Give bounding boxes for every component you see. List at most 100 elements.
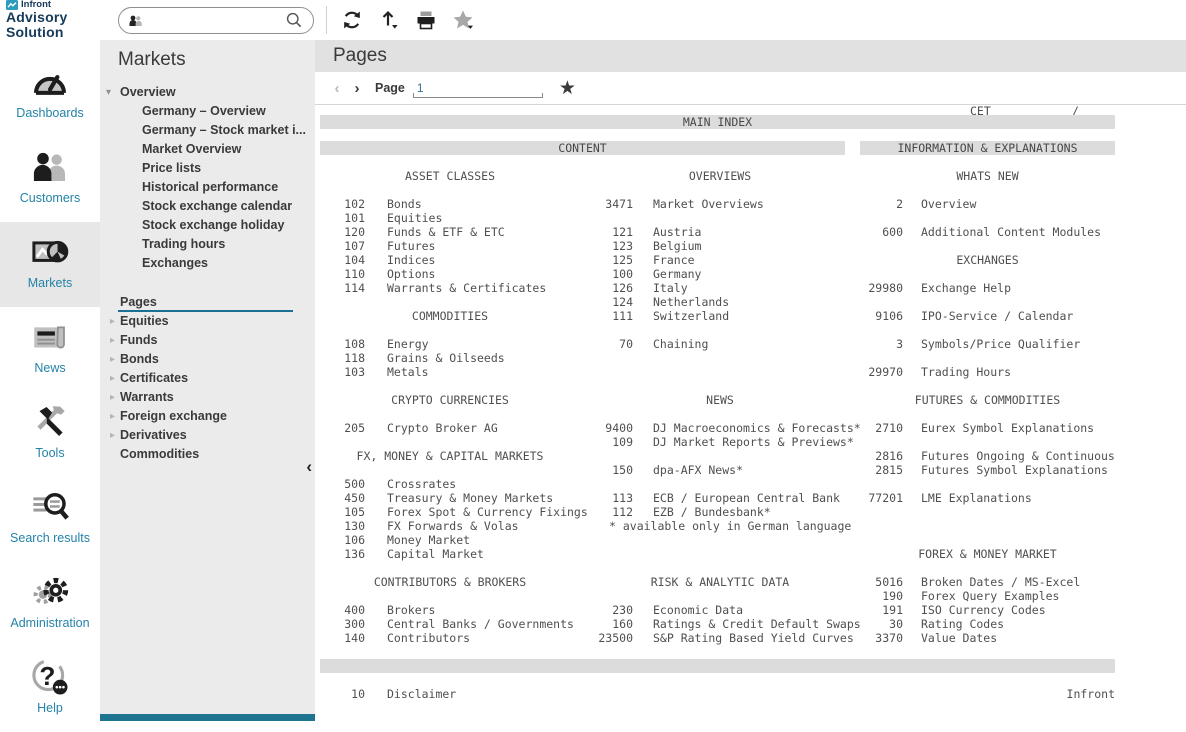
tree-item-price-lists[interactable]: Price lists — [100, 159, 315, 178]
sidebar-item-help[interactable]: ?Help — [0, 647, 100, 732]
page-row-label: Equities — [387, 211, 442, 225]
page-number-input[interactable] — [413, 79, 543, 96]
tree-item-label: Exchanges — [142, 256, 208, 270]
page-blank-row — [330, 379, 570, 393]
page-code: 113 — [595, 491, 633, 505]
tree-item-label: Certificates — [120, 371, 188, 385]
print-button[interactable] — [411, 5, 441, 35]
page-blank-row — [860, 295, 1115, 309]
page-code: 104 — [330, 253, 365, 267]
export-button[interactable] — [374, 5, 404, 35]
chevron-down-icon[interactable]: ▾ — [106, 83, 111, 102]
page-row-label: S&P Rating Based Yield Curves — [653, 631, 854, 645]
sidebar-item-news[interactable]: News — [0, 307, 100, 392]
tree-item-derivatives[interactable]: ▸Derivatives — [100, 426, 315, 445]
chevron-right-icon[interactable]: ▸ — [110, 388, 115, 407]
search-icon[interactable] — [284, 10, 304, 30]
content-header: CONTENT — [320, 141, 845, 155]
page-row-label: Energy — [387, 337, 429, 351]
page-row: 191ISO Currency Codes — [860, 603, 1115, 617]
favorite-page-button[interactable]: ★ — [559, 79, 576, 98]
tree-item-bonds[interactable]: ▸ Bonds — [100, 350, 315, 369]
sidebar-item-customers[interactable]: Customers — [0, 137, 100, 222]
next-page-button[interactable]: › — [347, 80, 367, 97]
tree-item-label: Bonds — [120, 352, 159, 366]
page-row-label: Exchange Help — [921, 281, 1011, 295]
previous-page-button[interactable]: ‹ — [327, 80, 347, 97]
sidebar-item-tools[interactable]: Tools — [0, 392, 100, 477]
page-row: 103Metals — [330, 365, 570, 379]
page-code: 102 — [330, 197, 365, 211]
page-row: 130FX Forwards & Volas — [330, 519, 570, 533]
page-row-label: Netherlands — [653, 295, 729, 309]
page-blank-row — [860, 519, 1115, 533]
tree-item-stock-exchange-calendar[interactable]: Stock exchange calendar — [100, 197, 315, 216]
tree-item-exchanges[interactable]: Exchanges — [100, 254, 315, 273]
chevron-right-icon[interactable]: ▸ — [110, 426, 115, 445]
page-blank-row — [860, 379, 1115, 393]
tree-item-germany-stock-market-i[interactable]: Germany – Stock market i... — [100, 121, 315, 140]
page-row-label: Italy — [653, 281, 688, 295]
brand-line2: Advisory Solution — [6, 10, 110, 39]
chevron-right-icon[interactable]: ▸ — [110, 369, 115, 388]
info-explanations-header: INFORMATION & EXPLANATIONS — [860, 141, 1115, 155]
page-row: 102 Bonds — [330, 197, 570, 211]
tree-item-germany-overview[interactable]: Germany – Overview — [100, 102, 315, 121]
tree-item-certificates[interactable]: ▸ Certificates — [100, 369, 315, 388]
page-row: 104Indices — [330, 253, 570, 267]
tree-item-commodities[interactable]: Commodities — [100, 445, 315, 464]
page-number-field — [413, 79, 543, 98]
sidebar-item-label: Help — [37, 701, 63, 715]
page-row-label: Symbols/Price Qualifier — [921, 337, 1080, 351]
page-code: 205 — [330, 421, 365, 435]
tree-item-funds[interactable]: ▸Funds — [100, 331, 315, 350]
favorites-button[interactable] — [448, 5, 478, 35]
sidebar-item-search-results[interactable]: Search results — [0, 477, 100, 562]
chevron-right-icon[interactable]: ▸ — [110, 407, 115, 426]
page-row: 100Germany — [595, 267, 845, 281]
page-row: 114Warrants & Certificates — [330, 281, 570, 295]
page-row: 30Rating Codes — [860, 617, 1115, 631]
page-section-heading: COMMODITIES — [330, 309, 570, 323]
page-row: 400Brokers — [330, 603, 570, 617]
page-blank-row — [860, 505, 1115, 519]
sidebar-item-label: Customers — [20, 191, 80, 205]
page-row-label: Rating Codes — [921, 617, 1004, 631]
page-row-label: Additional Content Modules — [921, 225, 1101, 239]
page-row-label: Central Banks / Governments — [387, 617, 574, 631]
tree-item-trading-hours[interactable]: Trading hours — [100, 235, 315, 254]
tree-item-stock-exchange-holiday[interactable]: Stock exchange holiday — [100, 216, 315, 235]
tree-item-pages[interactable]: Pages — [100, 293, 315, 312]
tree-item-overview[interactable]: ▾Overview — [100, 83, 315, 102]
administration-icon — [29, 571, 71, 613]
tree-item-historical-performance[interactable]: Historical performance — [100, 178, 315, 197]
tree-item-warrants[interactable]: ▸Warrants — [100, 388, 315, 407]
chevron-right-icon[interactable]: ▸ — [110, 312, 115, 331]
page-code: 101 — [330, 211, 365, 225]
page-code: 125 — [595, 253, 633, 267]
sidebar-item-dashboards[interactable]: Dashboards — [0, 52, 100, 137]
global-search[interactable] — [118, 7, 314, 34]
refresh-button[interactable] — [337, 5, 367, 35]
search-input[interactable] — [148, 12, 278, 28]
chevron-right-icon[interactable]: ▸ — [110, 350, 115, 369]
page-code: 130 — [330, 519, 365, 533]
page-blank-row — [595, 323, 845, 337]
page-row: 113ECB / European Central Bank — [595, 491, 845, 505]
disclaimer-code: 10 — [330, 687, 365, 701]
tree-item-market-overview[interactable]: Market Overview — [100, 140, 315, 159]
page-row-label: France — [653, 253, 695, 267]
chevron-right-icon[interactable]: ▸ — [110, 331, 115, 350]
page-note: * available only in German language — [595, 519, 845, 533]
sidebar-item-markets[interactable]: Markets — [0, 222, 100, 307]
page-row-label: Bonds — [387, 197, 422, 211]
tree-item-foreign-exchange[interactable]: ▸Foreign exchange — [100, 407, 315, 426]
page-row: 190Forex Query Examples — [860, 589, 1115, 603]
page-blank-row — [330, 435, 570, 449]
page-row-label: Broken Dates / MS-Excel — [921, 575, 1080, 589]
tree-horizontal-scrollbar[interactable] — [100, 714, 315, 721]
tree-item-equities[interactable]: ▸Equities — [100, 312, 315, 331]
sidebar-item-administration[interactable]: Administration — [0, 562, 100, 647]
page-row: 123Belgium — [595, 239, 845, 253]
collapse-panel-icon[interactable]: ‹ — [306, 458, 312, 475]
